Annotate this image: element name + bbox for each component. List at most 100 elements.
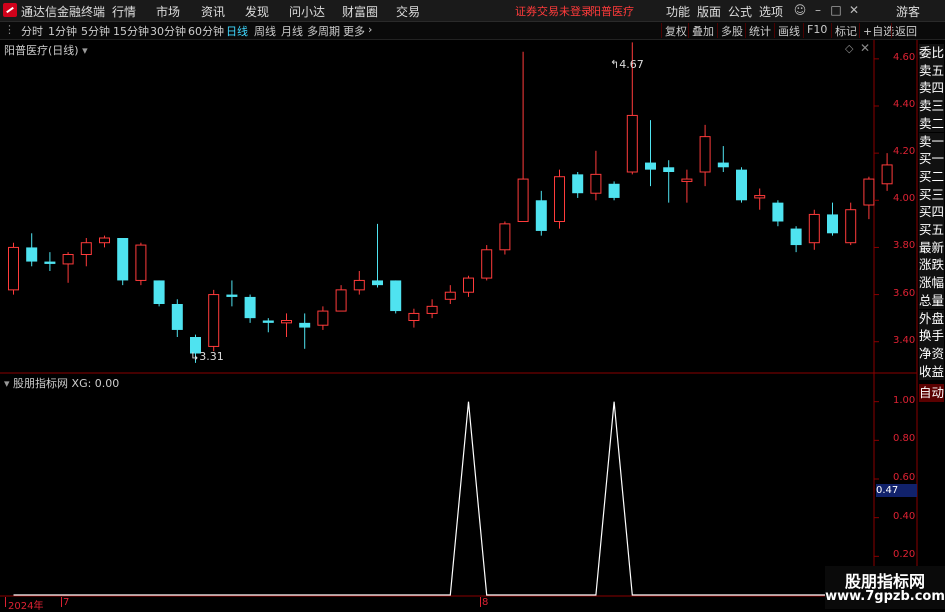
button-restore-rights[interactable]: 复权: [661, 23, 687, 38]
period-tab-multi[interactable]: 多周期: [307, 23, 340, 39]
candle: [881, 153, 893, 191]
sidebar-item[interactable]: 总量: [919, 291, 944, 310]
candle: [26, 233, 38, 267]
button-overlay[interactable]: 叠加: [688, 23, 714, 38]
sidebar-item[interactable]: 净资: [919, 344, 944, 363]
candle: [863, 176, 875, 220]
low-price-label: ↳3.31: [190, 350, 224, 363]
price-tick-label: 4.40: [893, 99, 916, 110]
candle: [281, 313, 292, 337]
menu-item-news[interactable]: 资讯: [201, 3, 225, 20]
sidebar-item[interactable]: 外盘: [919, 309, 944, 328]
candle: [372, 223, 383, 288]
indicator-series: [13, 401, 888, 596]
login-warning[interactable]: 证券交易未登录: [515, 3, 592, 19]
quote-sidebar: 委比 卖五 卖四 卖三 卖二 卖一 买一 买二 买三 买四 买五 最新 涨跌 涨幅 总量 外盘 换手 净资 收益: [919, 44, 945, 404]
auto-button[interactable]: 自动: [919, 384, 944, 402]
button-f10[interactable]: F10: [803, 23, 827, 38]
sidebar-item[interactable]: 买一: [919, 150, 944, 168]
indicator-axis: [874, 401, 879, 557]
candle: [590, 150, 602, 201]
low-price-value: 3.31: [199, 350, 224, 363]
period-tab-15min[interactable]: 15分钟: [113, 23, 149, 39]
button-back[interactable]: 返回: [891, 23, 917, 38]
period-tab-daily[interactable]: 日线: [226, 23, 248, 39]
period-tab-weekly[interactable]: 周线: [254, 23, 276, 39]
price-tick-label: 4.00: [893, 193, 916, 205]
button-mark[interactable]: 标记: [831, 23, 857, 38]
maximize-icon[interactable]: □: [828, 2, 844, 18]
sidebar-item[interactable]: 最新: [919, 238, 944, 257]
sidebar-item[interactable]: 涨幅: [919, 274, 944, 292]
period-tab-5min[interactable]: 5分钟: [81, 23, 110, 39]
candle: [117, 238, 129, 286]
sidebar-item[interactable]: 涨跌: [919, 256, 944, 275]
indicator-current-value: 0.47: [876, 484, 917, 497]
menu-item-discover[interactable]: 发现: [245, 3, 269, 20]
candle: [845, 202, 857, 246]
sidebar-item[interactable]: 委比: [919, 44, 944, 62]
price-tick-label: 3.80: [893, 240, 916, 252]
x-axis-tick: [480, 597, 481, 607]
candle: [517, 51, 529, 222]
candle: [808, 209, 820, 250]
toolbar-collapse-icon[interactable]: ⋮: [4, 23, 15, 36]
sidebar-item[interactable]: 买五: [919, 221, 944, 239]
candle: [8, 242, 19, 295]
candle: [208, 289, 220, 352]
x-axis-month-7: 7: [63, 597, 70, 608]
candle: [226, 280, 238, 307]
candle: [44, 252, 56, 271]
chevron-right-icon[interactable]: ›: [368, 23, 372, 36]
candle: [299, 313, 311, 349]
indicator-menu-icon[interactable]: ▾: [4, 377, 10, 390]
sidebar-item[interactable]: 卖三: [919, 97, 944, 115]
menu-item-wealth[interactable]: 财富圈: [342, 3, 378, 20]
period-tab-60min[interactable]: 60分钟: [188, 23, 224, 39]
period-tab-intraday[interactable]: 分时: [21, 23, 43, 39]
menu-layout[interactable]: 版面: [697, 3, 721, 20]
period-tab-monthly[interactable]: 月线: [281, 23, 303, 39]
sidebar-item[interactable]: 买二: [919, 167, 944, 186]
menu-formula[interactable]: 公式: [728, 3, 752, 20]
sidebar-item[interactable]: 卖五: [919, 61, 944, 80]
help-icon[interactable]: ☺: [792, 2, 808, 18]
menu-item-ask[interactable]: 问小达: [289, 3, 325, 20]
period-tab-more[interactable]: 更多: [343, 23, 365, 39]
indicator-tick-label: 0.40: [893, 510, 916, 522]
sidebar-item[interactable]: 卖一: [919, 132, 944, 151]
button-multi-stock[interactable]: 多股: [717, 23, 743, 38]
menu-item-trade[interactable]: 交易: [396, 3, 420, 20]
button-statistics[interactable]: 统计: [745, 23, 771, 38]
indicator-value: XG: 0.00: [71, 377, 120, 390]
button-add-watchlist[interactable]: +自选: [859, 23, 894, 38]
period-tab-30min[interactable]: 30分钟: [150, 23, 186, 39]
menu-item-quotes[interactable]: 行情: [112, 3, 136, 20]
close-icon[interactable]: ✕: [846, 2, 862, 18]
indicator-tick-label: 0.60: [893, 472, 916, 483]
menu-item-market[interactable]: 市场: [156, 3, 180, 20]
sidebar-item[interactable]: 卖四: [919, 79, 944, 98]
sidebar-item[interactable]: 卖二: [919, 114, 944, 133]
price-tick-label: 3.60: [893, 287, 916, 299]
high-price-label: ↰4.67: [610, 58, 644, 71]
indicator-tick-label: 1.00: [893, 394, 916, 406]
menu-options[interactable]: 选项: [759, 3, 783, 20]
minimize-icon[interactable]: –: [810, 2, 826, 18]
button-draw-line[interactable]: 画线: [774, 23, 800, 38]
guest-label[interactable]: 游客: [896, 3, 920, 20]
price-tick-label: 4.20: [893, 146, 916, 158]
candle: [535, 190, 547, 236]
indicator-title: ▾ 股朋指标网 XG: 0.00: [4, 375, 119, 391]
candle: [699, 124, 711, 187]
candle: [426, 299, 438, 319]
candle: [754, 188, 766, 210]
sidebar-item[interactable]: 换手: [919, 327, 944, 345]
candle: [608, 181, 620, 201]
sidebar-item[interactable]: 买三: [919, 185, 944, 204]
menu-function[interactable]: 功能: [666, 3, 690, 20]
sidebar-item[interactable]: 收益: [919, 362, 944, 381]
x-axis-tick: [5, 597, 6, 607]
sidebar-item[interactable]: 买四: [919, 203, 944, 221]
period-tab-1min[interactable]: 1分钟: [48, 23, 77, 39]
